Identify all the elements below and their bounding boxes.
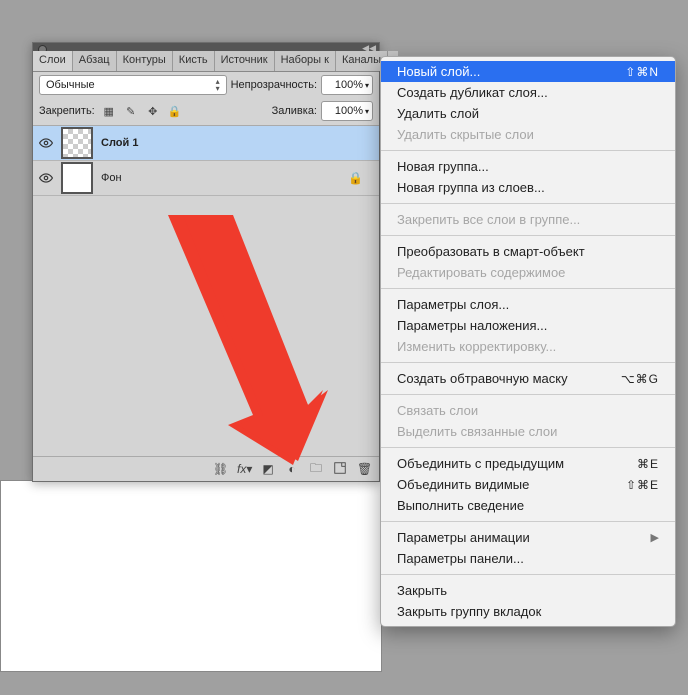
layer-name[interactable]: Фон [101, 172, 122, 184]
menu-select-linked: Выделить связанные слои [381, 421, 675, 442]
document-canvas [0, 480, 382, 672]
menu-separator [381, 521, 675, 522]
blend-row: Обычные ▴▾ Непрозрачность: 100%▾ [33, 72, 379, 98]
layers-panel: ◀◀ Слои Абзац Контуры Кисть Источник Наб… [32, 42, 380, 482]
menu-separator [381, 288, 675, 289]
menu-separator [381, 394, 675, 395]
lock-transparent-icon[interactable]: ▦ [102, 105, 116, 118]
menu-separator [381, 203, 675, 204]
new-group-icon[interactable]: 🗀 [309, 459, 323, 480]
fill-label: Заливка: [272, 105, 317, 117]
menu-separator [381, 574, 675, 575]
menu-panel-options[interactable]: Параметры панели... [381, 548, 675, 569]
tab-layers[interactable]: Слои [33, 51, 73, 71]
submenu-arrow-icon: ▶ [651, 531, 659, 544]
menu-edit-adjustment: Изменить корректировку... [381, 336, 675, 357]
menu-duplicate-layer[interactable]: Создать дубликат слоя... [381, 82, 675, 103]
adjustment-layer-icon[interactable]: ◐ [285, 462, 299, 476]
visibility-eye-icon[interactable] [39, 171, 53, 185]
lock-label: Закрепить: [39, 105, 95, 117]
menu-separator [381, 362, 675, 363]
layer-list: Слой 1 Фон 🔒 [33, 126, 379, 196]
tab-paragraph[interactable]: Абзац [73, 51, 117, 71]
lock-all-icon[interactable]: 🔒 [168, 105, 182, 118]
blend-mode-select[interactable]: Обычные ▴▾ [39, 75, 227, 95]
menu-flatten[interactable]: Выполнить сведение [381, 495, 675, 516]
tab-brush[interactable]: Кисть [173, 51, 215, 71]
panel-footer: ⛓ fx▾ ◩ ◐ 🗀 🗑 [33, 456, 379, 481]
menu-lock-all-in-group: Закрепить все слои в группе... [381, 209, 675, 230]
menu-merge-down[interactable]: Объединить с предыдущим ⌘E [381, 453, 675, 474]
fill-field[interactable]: 100%▾ [321, 101, 373, 121]
layer-mask-icon[interactable]: ◩ [261, 462, 275, 476]
visibility-eye-icon[interactable] [39, 136, 53, 150]
layer-thumbnail[interactable] [61, 127, 93, 159]
delete-layer-icon[interactable]: 🗑 [357, 462, 371, 476]
layer-context-menu: Новый слой... ⇧⌘N Создать дубликат слоя.… [380, 56, 676, 627]
menu-merge-visible[interactable]: Объединить видимые ⇧⌘E [381, 474, 675, 495]
menu-separator [381, 235, 675, 236]
layer-thumbnail[interactable] [61, 162, 93, 194]
link-layers-icon[interactable]: ⛓ [213, 462, 227, 476]
menu-new-group[interactable]: Новая группа... [381, 156, 675, 177]
layer-name[interactable]: Слой 1 [101, 137, 138, 149]
menu-delete-layer[interactable]: Удалить слой [381, 103, 675, 124]
panel-tabs: Слои Абзац Контуры Кисть Источник Наборы… [33, 51, 379, 72]
menu-animation-options[interactable]: Параметры анимации ▶ [381, 527, 675, 548]
menu-separator [381, 150, 675, 151]
lock-position-icon[interactable]: ✥ [146, 105, 160, 118]
lock-icon: 🔒 [348, 171, 363, 185]
menu-convert-smart-object[interactable]: Преобразовать в смарт-объект [381, 241, 675, 262]
menu-separator [381, 447, 675, 448]
tab-paths[interactable]: Контуры [117, 51, 173, 71]
menu-edit-contents: Редактировать содержимое [381, 262, 675, 283]
panel-titlebar[interactable]: ◀◀ [33, 43, 379, 51]
blend-mode-value: Обычные [46, 79, 95, 91]
dropdown-arrow-icon: ▾ [365, 81, 369, 90]
menu-blending-options[interactable]: Параметры наложения... [381, 315, 675, 336]
menu-delete-hidden: Удалить скрытые слои [381, 124, 675, 145]
lock-icons: ▦ ✎ ✥ 🔒 [102, 105, 182, 118]
select-arrows-icon: ▴▾ [216, 78, 220, 92]
menu-close[interactable]: Закрыть [381, 580, 675, 601]
layer-row[interactable]: Слой 1 [33, 126, 379, 161]
menu-group-from-layers[interactable]: Новая группа из слоев... [381, 177, 675, 198]
lock-row: Закрепить: ▦ ✎ ✥ 🔒 Заливка: 100%▾ [33, 98, 379, 126]
menu-layer-properties[interactable]: Параметры слоя... [381, 294, 675, 315]
menu-close-tab-group[interactable]: Закрыть группу вкладок [381, 601, 675, 622]
opacity-field[interactable]: 100%▾ [321, 75, 373, 95]
lock-pixels-icon[interactable]: ✎ [124, 105, 138, 118]
dropdown-arrow-icon: ▾ [365, 107, 369, 116]
tab-source[interactable]: Источник [215, 51, 275, 71]
tab-presets[interactable]: Наборы к [275, 51, 336, 71]
menu-link-layers: Связать слои [381, 400, 675, 421]
menu-new-layer[interactable]: Новый слой... ⇧⌘N [381, 61, 675, 82]
new-layer-icon[interactable] [333, 461, 347, 478]
layer-style-icon[interactable]: fx▾ [237, 462, 251, 476]
opacity-label: Непрозрачность: [231, 79, 317, 91]
menu-clipping-mask[interactable]: Создать обтравочную маску ⌥⌘G [381, 368, 675, 389]
layer-row[interactable]: Фон 🔒 [33, 161, 379, 196]
